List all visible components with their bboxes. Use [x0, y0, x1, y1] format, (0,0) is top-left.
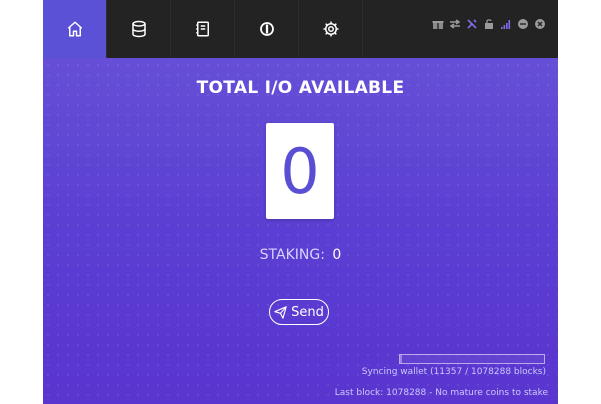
gift-icon[interactable] [432, 18, 444, 30]
tab-coins[interactable] [107, 0, 171, 58]
paper-plane-icon [274, 305, 287, 319]
sync-progress-bar [399, 354, 545, 364]
address-book-icon [195, 21, 209, 37]
close-icon[interactable] [534, 18, 546, 30]
staking-label: STAKING: [259, 247, 325, 263]
staking-value: 0 [332, 247, 342, 263]
top-navigation-bar [43, 0, 558, 58]
last-block-text: Last block: 1078288 - No mature coins to… [334, 388, 548, 398]
balance-card: 0 [266, 123, 334, 219]
staking-icon[interactable] [466, 18, 478, 30]
lock-icon[interactable] [483, 18, 495, 30]
send-label: Send [291, 304, 324, 320]
status-icon-tray [432, 16, 546, 32]
gear-icon [323, 21, 338, 37]
io-logo-icon [259, 22, 274, 36]
database-icon [131, 20, 146, 38]
balance-value: 0 [280, 134, 320, 208]
transfer-icon[interactable] [449, 18, 461, 30]
wallet-window: TOTAL I/O AVAILABLE 0 STAKING: 0 Send Sy… [43, 0, 558, 404]
tab-address-book[interactable] [171, 0, 235, 58]
tab-tools[interactable] [235, 0, 299, 58]
staking-row: STAKING: 0 [43, 247, 558, 263]
tab-settings[interactable] [299, 0, 363, 58]
sync-progress-fill [400, 355, 402, 363]
home-icon [67, 21, 82, 37]
minimize-icon[interactable] [517, 18, 529, 30]
total-available-title: TOTAL I/O AVAILABLE [196, 78, 405, 98]
sync-status-text: Syncing wallet (11357 / 1078288 blocks) [361, 367, 546, 377]
signal-icon [500, 18, 512, 30]
send-button[interactable]: Send [269, 299, 329, 325]
tab-home[interactable] [43, 0, 107, 58]
